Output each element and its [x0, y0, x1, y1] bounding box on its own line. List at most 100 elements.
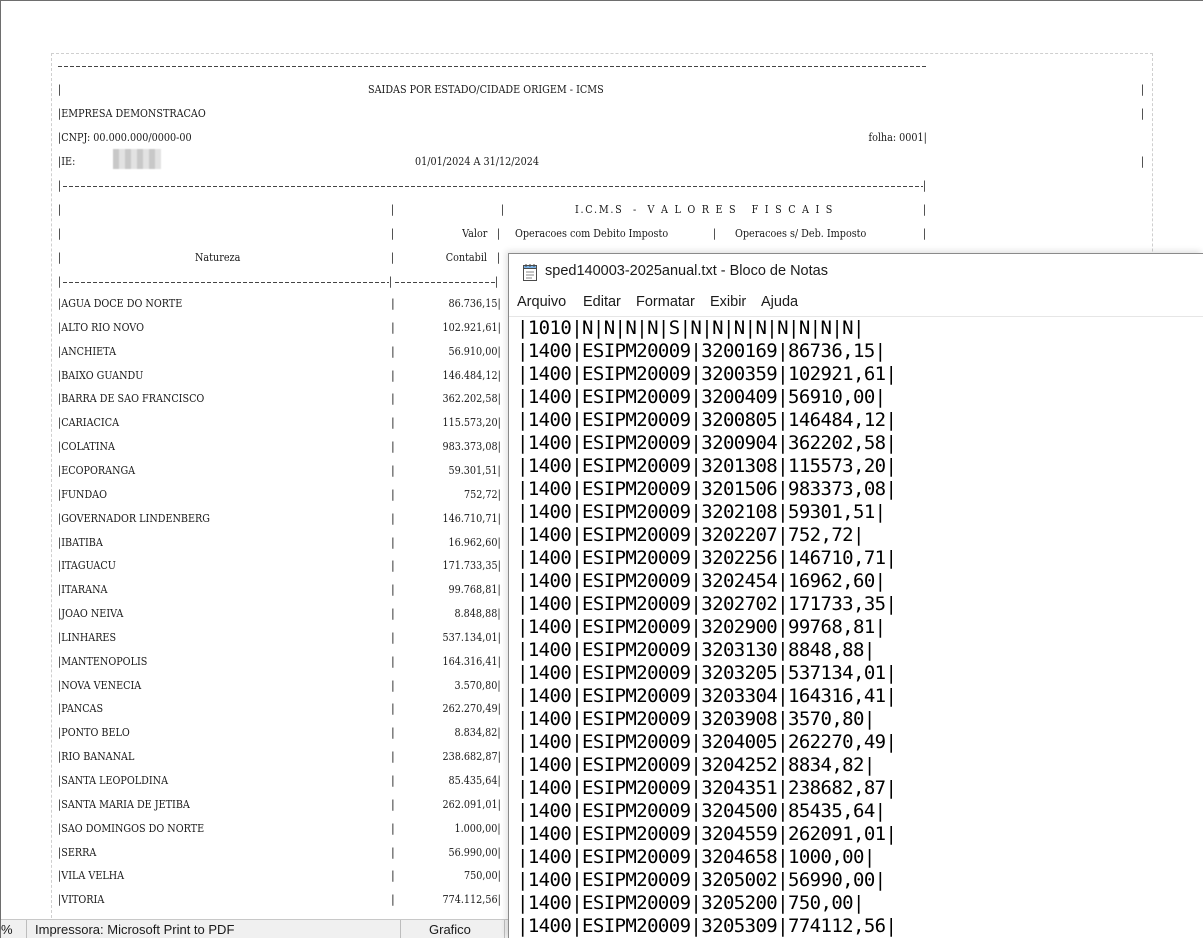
report-row: |CARIACICA | 115.573,20|: [58, 416, 518, 440]
status-zoom: %: [1, 920, 27, 938]
report-row: |ECOPORANGA | 59.301,51|: [58, 464, 518, 488]
report-row-name: |FUNDAO: [58, 487, 108, 501]
text-line: |1400|ESIPM20009|3200169|86736,15|: [517, 340, 886, 362]
report-header-rule: [63, 186, 923, 187]
report-row-name: |ITAGUACU: [58, 559, 116, 573]
report-row: |ALTO RIO NOVO | 102.921,61|: [58, 321, 518, 345]
report-row: |PANCAS | 262.270,49|: [58, 702, 518, 726]
notepad-titlebar[interactable]: sped140003-2025anual.txt - Bloco de Nota…: [509, 254, 1203, 290]
report-row: |MANTENOPOLIS | 164.316,41|: [58, 655, 518, 679]
report-row: |LINHARES | 537.134,01|: [58, 631, 518, 655]
report-title: SAIDAS POR ESTADO/CIDADE ORIGEM - ICMS: [368, 83, 604, 96]
text-line: |1400|ESIPM20009|3202454|16962,60|: [517, 570, 886, 592]
col-bar-mid2: |: [713, 227, 717, 240]
report-row: |SANTA MARIA DE JETIBA | 262.091,01|: [58, 798, 518, 822]
report-left-bar-1: |: [58, 83, 62, 96]
report-ie-label: |IE:: [58, 155, 76, 168]
report-row-value: 115.573,20|: [442, 416, 501, 430]
report-row: |VITORIA | 774.112,56|: [58, 893, 518, 917]
report-row-value: 8.834,82|: [454, 726, 501, 740]
text-line: |1400|ESIPM20009|3205200|750,00|: [517, 892, 864, 914]
text-line: |1400|ESIPM20009|3202108|59301,51|: [517, 501, 886, 523]
report-row-value: 146.710,71|: [442, 511, 501, 525]
text-line: |1400|ESIPM20009|3203908|3570,80|: [517, 708, 875, 730]
report-row: |AGUA DOCE DO NORTE | 86.736,15|: [58, 297, 518, 321]
menu-formatar[interactable]: Formatar: [636, 294, 695, 310]
report-row-separator: |: [391, 583, 395, 597]
report-row-separator: |: [391, 607, 395, 621]
report-period: 01/01/2024 A 31/12/2024: [415, 155, 539, 168]
report-row-separator: |: [391, 678, 395, 692]
report-row: |BARRA DE SAO FRANCISCO | 362.202,58|: [58, 392, 518, 416]
menu-ajuda[interactable]: Ajuda: [761, 294, 798, 310]
report-row-name: |PANCAS: [58, 702, 104, 716]
report-row-value: 16.962,60|: [448, 535, 501, 549]
report-row: |COLATINA | 983.373,08|: [58, 440, 518, 464]
report-row-separator: |: [391, 320, 395, 334]
notepad-icon: [523, 264, 537, 281]
text-line: |1400|ESIPM20009|3200359|102921,61|: [517, 363, 897, 385]
report-row: |SERRA | 56.990,00|: [58, 846, 518, 870]
report-row-value: 750,00|: [464, 869, 501, 883]
text-line: |1010|N|N|N|N|S|N|N|N|N|N|N|N|N|: [517, 317, 864, 339]
icms-header: I.C.M.S - V A L O R E S F I S C A I S: [575, 203, 835, 216]
table-rule: [63, 282, 389, 283]
report-row-name: |JOAO NEIVA: [58, 607, 124, 621]
report-row-name: |NOVA VENECIA: [58, 678, 142, 692]
menu-arquivo[interactable]: Arquivo: [517, 294, 566, 310]
report-row-name: |SERRA: [58, 845, 97, 859]
report-row: |BAIXO GUANDU | 146.484,12|: [58, 369, 518, 393]
report-row-value: 362.202,58|: [442, 392, 501, 406]
report-row-separator: |: [391, 440, 395, 454]
report-row-value: 56.910,00|: [448, 344, 501, 358]
report-row-separator: |: [391, 344, 395, 358]
text-line: |1400|ESIPM20009|3200904|362202,58|: [517, 432, 897, 454]
report-row-value: 146.484,12|: [442, 368, 501, 382]
text-line: |1400|ESIPM20009|3200805|146484,12|: [517, 409, 897, 431]
text-line: |1400|ESIPM20009|3202702|171733,35|: [517, 593, 897, 615]
report-row-name: |SANTA LEOPOLDINA: [58, 774, 169, 787]
text-line: |1400|ESIPM20009|3204252|8834,82|: [517, 754, 875, 776]
status-printer: Impressora: Microsoft Print to PDF: [31, 920, 401, 938]
report-row-value: 262.270,49|: [442, 702, 501, 716]
menu-exibir[interactable]: Exibir: [710, 294, 746, 310]
report-row-name: |BARRA DE SAO FRANCISCO: [58, 392, 205, 406]
col-bar-c2: |: [497, 227, 501, 240]
col-bar-d2: |: [923, 227, 927, 240]
report-row-value: 262.091,01|: [442, 797, 501, 811]
report-row: |VILA VELHA | 750,00|: [58, 869, 518, 893]
report-row-separator: |: [391, 559, 395, 573]
report-row: |ANCHIETA | 56.910,00|: [58, 345, 518, 369]
report-row-name: |ECOPORANGA: [58, 463, 136, 477]
table-rule-2: [395, 282, 495, 283]
col-bar-c3: |: [497, 251, 501, 264]
report-row-separator: |: [391, 893, 395, 907]
col-bar-d1: |: [923, 203, 927, 216]
text-line: |1400|ESIPM20009|3204005|262270,49|: [517, 731, 897, 753]
report-row-name: |ITARANA: [58, 583, 108, 597]
report-row-separator: |: [391, 368, 395, 382]
report-row-name: |SANTA MARIA DE JETIBA: [58, 797, 190, 811]
text-line: |1400|ESIPM20009|3204351|238682,87|: [517, 777, 897, 799]
report-row-separator: |: [391, 845, 395, 859]
report-row: |GOVERNADOR LINDENBERG | 146.710,71|: [58, 512, 518, 536]
report-row-value: 59.301,51|: [448, 463, 501, 477]
notepad-text-area[interactable]: |1010|N|N|N|N|S|N|N|N|N|N|N|N|N| |1400|ES…: [509, 316, 1203, 938]
report-row-value: 752,72|: [464, 487, 501, 501]
report-row-value: 85.435,64|: [448, 774, 501, 787]
col-header-valor: Valor: [461, 227, 487, 240]
report-row-name: |VILA VELHA: [58, 869, 125, 883]
report-row-name: |GOVERNADOR LINDENBERG: [58, 511, 210, 525]
status-bar: % Impressora: Microsoft Print to PDF Gra…: [1, 919, 521, 938]
report-row-name: |SAO DOMINGOS DO NORTE: [58, 821, 205, 835]
text-line: |1400|ESIPM20009|3204658|1000,00|: [517, 846, 875, 868]
report-row-separator: |: [391, 463, 395, 477]
text-line: |1400|ESIPM20009|3201506|983373,08|: [517, 478, 897, 500]
report-row-separator: |: [391, 726, 395, 740]
menu-editar[interactable]: Editar: [583, 294, 621, 310]
report-row-separator: |: [391, 750, 395, 764]
report-row-name: |COLATINA: [58, 440, 115, 454]
col-bar-a1: |: [58, 203, 62, 216]
report-sep-left: |: [58, 179, 62, 192]
notepad-window[interactable]: sped140003-2025anual.txt - Bloco de Nota…: [508, 253, 1203, 938]
